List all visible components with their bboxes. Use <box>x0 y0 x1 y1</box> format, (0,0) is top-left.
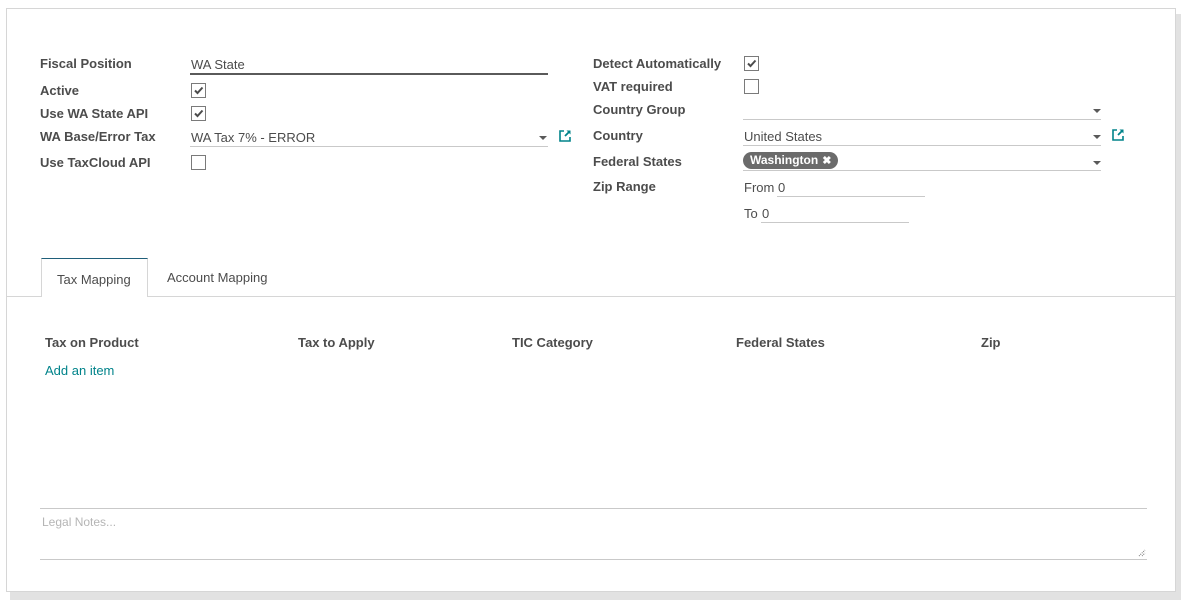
zip-to-label: To <box>744 206 758 221</box>
column-header-zip[interactable]: Zip <box>981 335 1001 350</box>
tabs-divider <box>7 296 1175 297</box>
external-link-icon[interactable] <box>558 129 572 143</box>
federal-states-underline <box>743 170 1101 171</box>
use-wa-state-api-label: Use WA State API <box>40 106 149 121</box>
country-group-underline <box>743 119 1101 120</box>
zip-from-label: From <box>744 180 775 195</box>
column-header-tax-on-product[interactable]: Tax on Product <box>45 335 139 350</box>
detect-automatically-checkbox[interactable] <box>744 56 759 71</box>
federal-state-tag-label: Washington <box>750 153 819 167</box>
tab-account-mapping[interactable]: Account Mapping <box>167 270 267 285</box>
fiscal-position-underline <box>190 73 548 75</box>
zip-from-input[interactable]: 0 <box>778 180 785 195</box>
checkmark-icon <box>194 109 204 118</box>
column-header-tax-to-apply[interactable]: Tax to Apply <box>298 335 375 350</box>
zip-from-underline <box>777 196 925 197</box>
legal-notes-textarea[interactable]: Legal Notes... <box>40 508 1147 560</box>
wa-base-error-tax-select[interactable]: WA Tax 7% - ERROR <box>191 130 315 145</box>
resize-handle-icon[interactable] <box>1138 549 1146 557</box>
detect-automatically-label: Detect Automatically <box>593 56 722 71</box>
active-checkbox[interactable] <box>191 83 206 98</box>
use-wa-state-api-checkbox[interactable] <box>191 106 206 121</box>
use-taxcloud-api-checkbox[interactable] <box>191 155 206 170</box>
active-label: Active <box>40 83 80 98</box>
federal-states-label: Federal States <box>593 154 682 169</box>
checkmark-icon <box>194 86 204 95</box>
form-sheet: Fiscal Position WA State Active Use WA S… <box>6 8 1176 592</box>
remove-tag-icon[interactable]: ✖ <box>822 155 831 167</box>
tab-tax-mapping-label: Tax Mapping <box>57 272 131 287</box>
zip-range-label: Zip Range <box>593 179 656 194</box>
column-header-federal-states[interactable]: Federal States <box>736 335 825 350</box>
country-label: Country <box>593 128 643 143</box>
chevron-down-icon[interactable] <box>539 136 547 140</box>
add-item-link[interactable]: Add an item <box>45 363 114 378</box>
fiscal-position-label: Fiscal Position <box>40 56 132 71</box>
country-group-label: Country Group <box>593 102 686 117</box>
checkmark-icon <box>747 59 757 68</box>
external-link-icon[interactable] <box>1111 128 1125 142</box>
vat-required-checkbox[interactable] <box>744 79 759 94</box>
federal-state-tag: Washington ✖ <box>743 152 839 169</box>
vat-required-label: VAT required <box>593 79 673 94</box>
zip-to-input[interactable]: 0 <box>762 206 769 221</box>
wa-base-error-tax-label: WA Base/Error Tax <box>40 129 156 144</box>
chevron-down-icon[interactable] <box>1093 161 1101 165</box>
wa-base-error-tax-underline <box>190 146 548 147</box>
chevron-down-icon[interactable] <box>1093 135 1101 139</box>
column-header-tic-category[interactable]: TIC Category <box>512 335 593 350</box>
fiscal-position-input[interactable]: WA State <box>191 57 245 72</box>
use-taxcloud-api-label: Use TaxCloud API <box>40 155 151 170</box>
country-select[interactable]: United States <box>744 129 822 144</box>
tab-tax-mapping[interactable]: Tax Mapping <box>41 258 148 297</box>
zip-to-underline <box>761 222 909 223</box>
country-underline <box>743 145 1101 146</box>
chevron-down-icon[interactable] <box>1093 109 1101 113</box>
legal-notes-placeholder: Legal Notes... <box>42 515 117 529</box>
